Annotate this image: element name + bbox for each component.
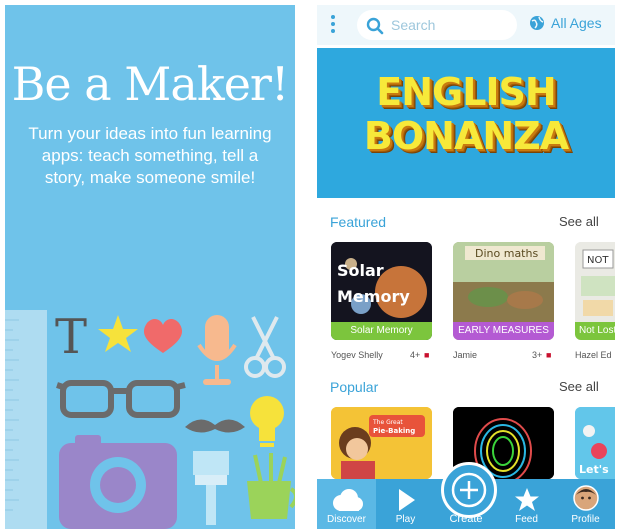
svg-text:Memory: Memory bbox=[337, 287, 410, 306]
maker-tools-illustration: T bbox=[55, 309, 295, 529]
svg-text:The Great: The Great bbox=[372, 419, 403, 426]
lightbulb-icon bbox=[250, 396, 284, 447]
dino-maths-thumbnail: Dino maths bbox=[453, 242, 554, 322]
tab-label: Feed bbox=[515, 514, 538, 525]
tab-feed[interactable]: Feed bbox=[497, 479, 556, 529]
svg-text:Solar: Solar bbox=[337, 261, 384, 280]
popular-see-all[interactable]: See all bbox=[559, 379, 599, 394]
card-author: Jamie bbox=[453, 350, 478, 360]
card-author: Hazel Ed bbox=[575, 350, 612, 360]
card-label: EARLY MEASURES bbox=[453, 322, 554, 340]
app-card[interactable]: Dino maths EARLY MEASURES bbox=[453, 242, 554, 340]
pencil-cup-icon bbox=[247, 453, 295, 519]
not-lost-thumbnail: NOT bbox=[575, 242, 615, 322]
svg-text:Let's: Let's bbox=[579, 463, 609, 476]
camera-icon bbox=[59, 435, 177, 529]
lets-thumbnail: Let's bbox=[575, 407, 615, 479]
card-age: 3+ bbox=[532, 350, 543, 360]
uk-flag-icon: ■ bbox=[424, 350, 430, 360]
tab-profile[interactable]: Profile bbox=[556, 479, 615, 529]
cloud-icon bbox=[332, 489, 363, 511]
globe-icon bbox=[530, 16, 544, 30]
promo-title: Be a Maker! bbox=[11, 57, 290, 111]
mustache-icon bbox=[185, 419, 245, 433]
uk-flag-icon: ■ bbox=[546, 350, 552, 360]
search-placeholder: Search bbox=[391, 17, 436, 33]
tab-label: Play bbox=[395, 514, 416, 525]
svg-text:NOT: NOT bbox=[587, 255, 609, 266]
heart-icon bbox=[143, 318, 183, 353]
svg-text:Pie-Baking: Pie-Baking bbox=[373, 427, 415, 435]
featured-title: Featured bbox=[330, 214, 387, 230]
banner-line2: BONANZA bbox=[363, 114, 569, 158]
star-icon bbox=[514, 488, 539, 511]
solar-memory-thumbnail: Solar Memory bbox=[331, 242, 432, 322]
pie-baking-thumbnail: The Great Pie-Baking bbox=[331, 407, 432, 479]
app-card[interactable]: Let's bbox=[575, 407, 615, 479]
top-bar: Search All Ages bbox=[317, 5, 615, 45]
card-age: 4+ bbox=[410, 350, 421, 360]
age-filter-label: All Ages bbox=[551, 15, 602, 31]
popular-title: Popular bbox=[330, 379, 379, 395]
search-icon bbox=[366, 17, 384, 35]
text-icon: T bbox=[55, 309, 87, 365]
app-screen: Search All Ages ENGLISH BONANZA Featured… bbox=[317, 5, 615, 529]
card-label: Not Lost a bbox=[575, 322, 615, 340]
featured-banner[interactable]: ENGLISH BONANZA bbox=[317, 48, 615, 198]
play-icon bbox=[398, 489, 415, 511]
app-card[interactable]: The Great Pie-Baking bbox=[331, 407, 432, 479]
card-author: Yogev Shelly bbox=[331, 350, 383, 360]
plus-icon bbox=[451, 472, 487, 508]
tab-discover[interactable]: Discover bbox=[317, 479, 376, 529]
tab-play[interactable]: Play bbox=[376, 479, 435, 529]
tab-label: Discover bbox=[327, 514, 366, 525]
promo-subtitle: Turn your ideas into fun learning apps: … bbox=[28, 124, 272, 187]
tab-label: Profile bbox=[571, 514, 600, 525]
svg-text:Dino maths: Dino maths bbox=[475, 247, 538, 260]
create-button[interactable] bbox=[441, 462, 497, 518]
menu-dots-icon[interactable] bbox=[331, 13, 337, 37]
microphone-icon bbox=[197, 315, 237, 385]
age-filter[interactable]: All Ages bbox=[529, 15, 602, 31]
avatar bbox=[572, 485, 599, 511]
card-label: Solar Memory bbox=[331, 322, 432, 340]
paintbrush-icon bbox=[193, 451, 229, 525]
star-icon bbox=[98, 315, 138, 352]
banner-line1: ENGLISH bbox=[376, 70, 556, 114]
svg-text:T: T bbox=[55, 309, 87, 365]
search-input[interactable]: Search bbox=[357, 10, 517, 40]
app-card[interactable]: Solar Memory Solar Memory bbox=[331, 242, 432, 340]
scissors-icon bbox=[244, 316, 286, 378]
app-card[interactable]: NOT Not Lost a bbox=[575, 242, 615, 340]
featured-see-all[interactable]: See all bbox=[559, 214, 599, 229]
glasses-icon bbox=[56, 380, 186, 418]
maker-promo-panel: Be a Maker! Turn your ideas into fun lea… bbox=[5, 5, 295, 529]
